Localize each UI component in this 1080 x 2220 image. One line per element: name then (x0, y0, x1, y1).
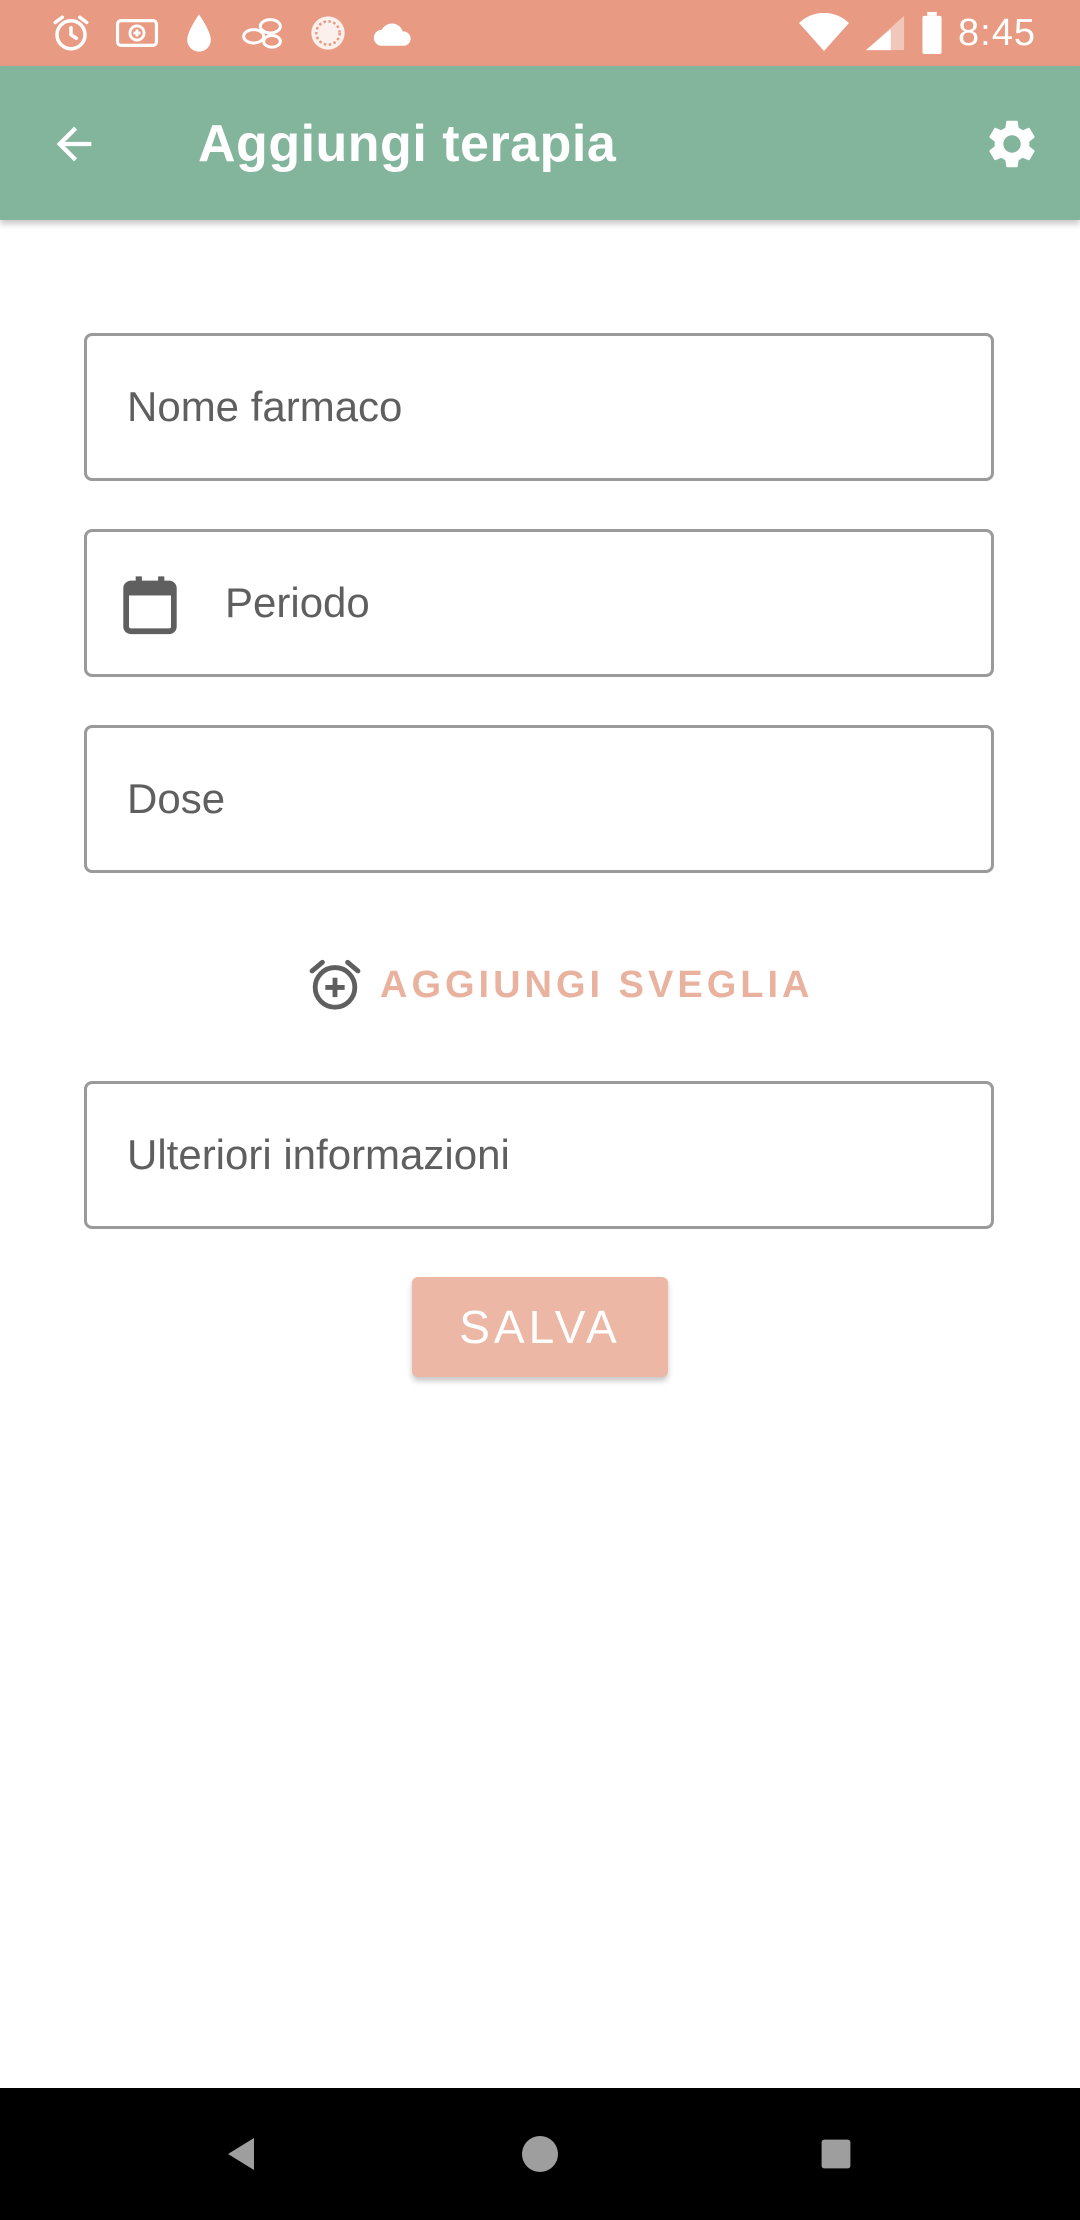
battery-icon (922, 12, 942, 54)
status-time: 8:45 (958, 11, 1036, 54)
more-info-input[interactable] (127, 1084, 957, 1226)
drug-name-input[interactable] (127, 336, 957, 478)
period-input[interactable] (225, 532, 965, 674)
save-label: SALVA (459, 1301, 621, 1353)
dose-input[interactable] (127, 728, 957, 870)
period-field[interactable] (84, 529, 994, 677)
dose-field[interactable] (84, 725, 994, 873)
page-title: Aggiungi terapia (198, 115, 617, 173)
screen: 8:45 Aggiungi terapia Nome farmaco Perio… (0, 0, 1080, 2220)
alarm-icon (53, 15, 89, 51)
status-bar: 8:45 (0, 0, 1080, 66)
system-icons: 8:45 (798, 8, 1036, 58)
drop-icon (187, 14, 211, 52)
back-triangle-icon (228, 2138, 254, 2170)
nav-back-button[interactable] (204, 2116, 280, 2192)
wifi-icon (799, 13, 850, 51)
drug-name-field[interactable] (84, 333, 994, 481)
arrow-left-icon (56, 126, 92, 162)
system-nav-bar (0, 2088, 1080, 2220)
dotted-circle-icon (311, 16, 345, 50)
calendar-icon (123, 576, 177, 635)
settings-button[interactable] (974, 106, 1050, 182)
cloud-icon (373, 23, 411, 46)
nav-home-button[interactable] (502, 2116, 578, 2192)
more-info-field[interactable] (84, 1081, 994, 1229)
recents-square-icon (821, 2139, 851, 2169)
medical-card-icon (115, 19, 159, 47)
app-bar: Aggiungi terapia (0, 66, 1080, 220)
save-button[interactable]: SALVA (412, 1277, 668, 1377)
home-circle-icon (522, 2136, 558, 2172)
nav-recents-button[interactable] (798, 2116, 874, 2192)
signal-icon (865, 15, 905, 51)
add-alarm-label: AGGIUNGI SVEGLIA (380, 963, 814, 1006)
pills-icon (242, 18, 282, 49)
notification-icons (50, 10, 416, 56)
gear-icon (989, 120, 1035, 168)
back-button[interactable] (36, 106, 112, 182)
add-alarm-button[interactable]: AGGIUNGI SVEGLIA (306, 952, 813, 1018)
alarm-add-icon (309, 959, 361, 1010)
